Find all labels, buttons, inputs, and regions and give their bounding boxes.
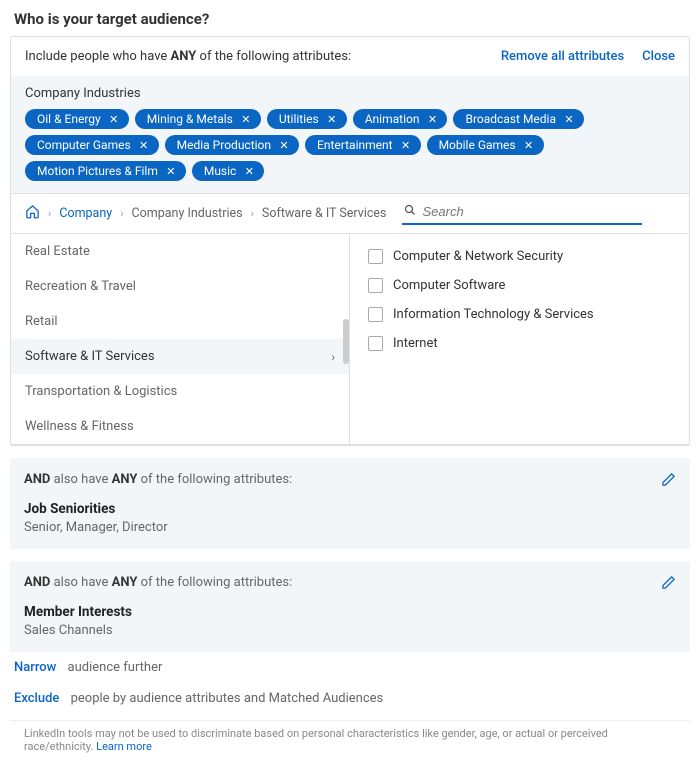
edit-icon[interactable] bbox=[661, 575, 676, 594]
scrollbar[interactable] bbox=[343, 319, 349, 364]
crumb-industries[interactable]: Company Industries bbox=[132, 206, 243, 221]
pill-label: Broadcast Media bbox=[465, 112, 556, 126]
narrow-button[interactable]: Narrow bbox=[14, 660, 56, 675]
category-item[interactable]: Transportation & Logistics bbox=[11, 374, 349, 409]
industry-pill: Animation ✕ bbox=[353, 109, 448, 129]
industry-pill: Computer Games ✕ bbox=[25, 135, 159, 155]
checkbox[interactable] bbox=[368, 278, 383, 293]
category-item[interactable]: Recreation & Travel bbox=[11, 269, 349, 304]
industries-section: Company Industries Oil & Energy✕Mining &… bbox=[11, 76, 689, 193]
pill-label: Music bbox=[204, 164, 236, 178]
disclaimer: LinkedIn tools may not be used to discri… bbox=[10, 720, 690, 767]
category-list: Real EstateRecreation & TravelRetailSoft… bbox=[11, 234, 350, 444]
close-icon[interactable]: ✕ bbox=[325, 112, 339, 126]
industry-pill: Oil & Energy ✕ bbox=[25, 109, 129, 129]
options-list: Computer & Network SecurityComputer Soft… bbox=[350, 234, 689, 444]
columns: Real EstateRecreation & TravelRetailSoft… bbox=[11, 234, 689, 445]
pill-label: Computer Games bbox=[37, 138, 131, 152]
category-item[interactable]: Retail bbox=[11, 304, 349, 339]
exclude-line: Exclude people by audience attributes an… bbox=[0, 683, 700, 714]
close-icon[interactable]: ✕ bbox=[277, 138, 291, 152]
category-item[interactable]: Real Estate bbox=[11, 234, 349, 269]
remove-all-button[interactable]: Remove all attributes bbox=[501, 49, 624, 64]
narrow-line: Narrow audience further bbox=[0, 652, 700, 683]
checkbox[interactable] bbox=[368, 336, 383, 351]
include-text: Include people who have ANY of the follo… bbox=[25, 49, 351, 64]
industry-pill: Mobile Games ✕ bbox=[427, 135, 544, 155]
pill-label: Mining & Metals bbox=[147, 112, 233, 126]
industry-pill: Mining & Metals ✕ bbox=[135, 109, 261, 129]
option-row[interactable]: Computer Software bbox=[354, 271, 685, 300]
option-row[interactable]: Information Technology & Services bbox=[354, 300, 685, 329]
close-icon[interactable]: ✕ bbox=[425, 112, 439, 126]
pill-label: Mobile Games bbox=[439, 138, 516, 152]
breadcrumb: › Company › Company Industries › Softwar… bbox=[11, 193, 689, 234]
page-title: Who is your target audience? bbox=[0, 0, 700, 36]
search-wrap bbox=[402, 202, 642, 225]
checkbox[interactable] bbox=[368, 307, 383, 322]
industry-pill: Motion Pictures & Film ✕ bbox=[25, 161, 186, 181]
option-row[interactable]: Internet bbox=[354, 329, 685, 358]
close-icon[interactable]: ✕ bbox=[164, 164, 178, 178]
close-icon[interactable]: ✕ bbox=[239, 112, 253, 126]
targeting-panel: Include people who have ANY of the follo… bbox=[10, 36, 690, 446]
category-item[interactable]: Software & IT Services› bbox=[11, 339, 349, 374]
pill-label: Media Production bbox=[177, 138, 271, 152]
search-input[interactable] bbox=[422, 204, 640, 219]
search-icon bbox=[404, 204, 416, 219]
option-row[interactable]: Computer & Network Security bbox=[354, 242, 685, 271]
industry-pill: Utilities ✕ bbox=[267, 109, 347, 129]
pill-label: Entertainment bbox=[317, 138, 393, 152]
home-icon[interactable] bbox=[25, 204, 40, 223]
industry-pill: Entertainment ✕ bbox=[305, 135, 421, 155]
pill-label: Oil & Energy bbox=[37, 112, 101, 126]
pill-label: Animation bbox=[365, 112, 420, 126]
edit-icon[interactable] bbox=[661, 472, 676, 491]
category-item[interactable]: Wellness & Fitness bbox=[11, 409, 349, 444]
close-button[interactable]: Close bbox=[642, 49, 675, 64]
industry-pill: Broadcast Media ✕ bbox=[453, 109, 584, 129]
close-icon[interactable]: ✕ bbox=[107, 112, 121, 126]
close-icon[interactable]: ✕ bbox=[242, 164, 256, 178]
close-icon[interactable]: ✕ bbox=[137, 138, 151, 152]
pill-label: Utilities bbox=[279, 112, 319, 126]
learn-more-link[interactable]: Learn more bbox=[96, 740, 152, 753]
checkbox[interactable] bbox=[368, 249, 383, 264]
pill-row: Oil & Energy✕Mining & Metals✕Utilities✕A… bbox=[25, 109, 675, 181]
crumb-company[interactable]: Company bbox=[59, 206, 112, 221]
industry-pill: Media Production ✕ bbox=[165, 135, 299, 155]
industries-label: Company Industries bbox=[25, 86, 675, 101]
close-icon[interactable]: ✕ bbox=[522, 138, 536, 152]
close-icon[interactable]: ✕ bbox=[399, 138, 413, 152]
exclude-button[interactable]: Exclude bbox=[14, 691, 59, 706]
attribute-block: AND also have ANY of the following attri… bbox=[10, 458, 690, 549]
chevron-right-icon: › bbox=[331, 350, 335, 364]
crumb-software[interactable]: Software & IT Services bbox=[262, 206, 387, 221]
pill-label: Motion Pictures & Film bbox=[37, 164, 158, 178]
close-icon[interactable]: ✕ bbox=[562, 112, 576, 126]
industry-pill: Music ✕ bbox=[192, 161, 264, 181]
